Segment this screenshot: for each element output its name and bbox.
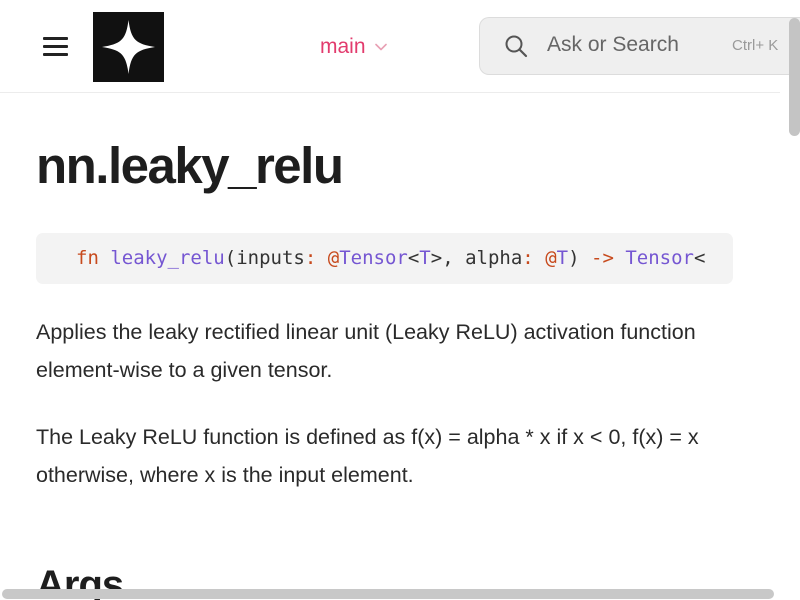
fn-keyword: fn bbox=[76, 247, 99, 269]
snapshot-at-1: @ bbox=[327, 247, 340, 269]
chevron-down-icon bbox=[374, 43, 387, 51]
search-shortcut: Ctrl+ K bbox=[732, 37, 779, 54]
snapshot-at-2: @ bbox=[545, 247, 557, 269]
logo-icon[interactable] bbox=[93, 12, 164, 82]
hamburger-menu-icon[interactable] bbox=[40, 34, 70, 60]
definition-paragraph: The Leaky ReLU function is defined as f(… bbox=[36, 425, 699, 487]
horizontal-scrollbar[interactable] bbox=[2, 589, 774, 599]
return-type: Tensor bbox=[625, 247, 694, 269]
search-box[interactable]: Ask or Search Ctrl+ K bbox=[479, 17, 800, 75]
comma: , bbox=[442, 247, 466, 269]
search-icon bbox=[505, 35, 528, 58]
colon-2: : bbox=[522, 247, 534, 269]
type-param-t: T bbox=[419, 247, 431, 269]
code-block: fn leaky_relu(inputs: @Tensor<T>, alpha:… bbox=[36, 233, 733, 284]
description-paragraph: Applies the leaky rectified linear unit … bbox=[36, 320, 696, 382]
function-name: leaky_relu bbox=[110, 247, 225, 269]
menu-line bbox=[43, 45, 68, 48]
function-signature: fn leaky_relu(inputs: @Tensor<T>, alpha:… bbox=[76, 247, 705, 269]
type-param-t-2: T bbox=[556, 247, 569, 269]
page-title: nn.leaky_relu bbox=[36, 137, 344, 194]
gt-1: > bbox=[430, 247, 443, 269]
colon-1: : bbox=[304, 247, 317, 269]
arg-alpha: alpha bbox=[465, 247, 523, 269]
lt-1: < bbox=[407, 247, 420, 269]
branch-selector[interactable]: main bbox=[320, 33, 388, 61]
search-placeholder: Ask or Search bbox=[547, 33, 679, 56]
menu-line bbox=[43, 37, 68, 40]
branch-label: main bbox=[320, 35, 366, 58]
top-navigation-bar: main Ask or Search Ctrl+ K bbox=[0, 0, 800, 93]
return-arrow: -> bbox=[591, 247, 614, 269]
arg-inputs: inputs bbox=[236, 247, 305, 269]
lt-2: < bbox=[693, 247, 706, 269]
paren-open: ( bbox=[224, 247, 237, 269]
vertical-scrollbar[interactable] bbox=[789, 18, 800, 136]
paren-close: ) bbox=[568, 247, 580, 269]
menu-line bbox=[43, 53, 68, 56]
type-tensor: Tensor bbox=[339, 247, 408, 269]
